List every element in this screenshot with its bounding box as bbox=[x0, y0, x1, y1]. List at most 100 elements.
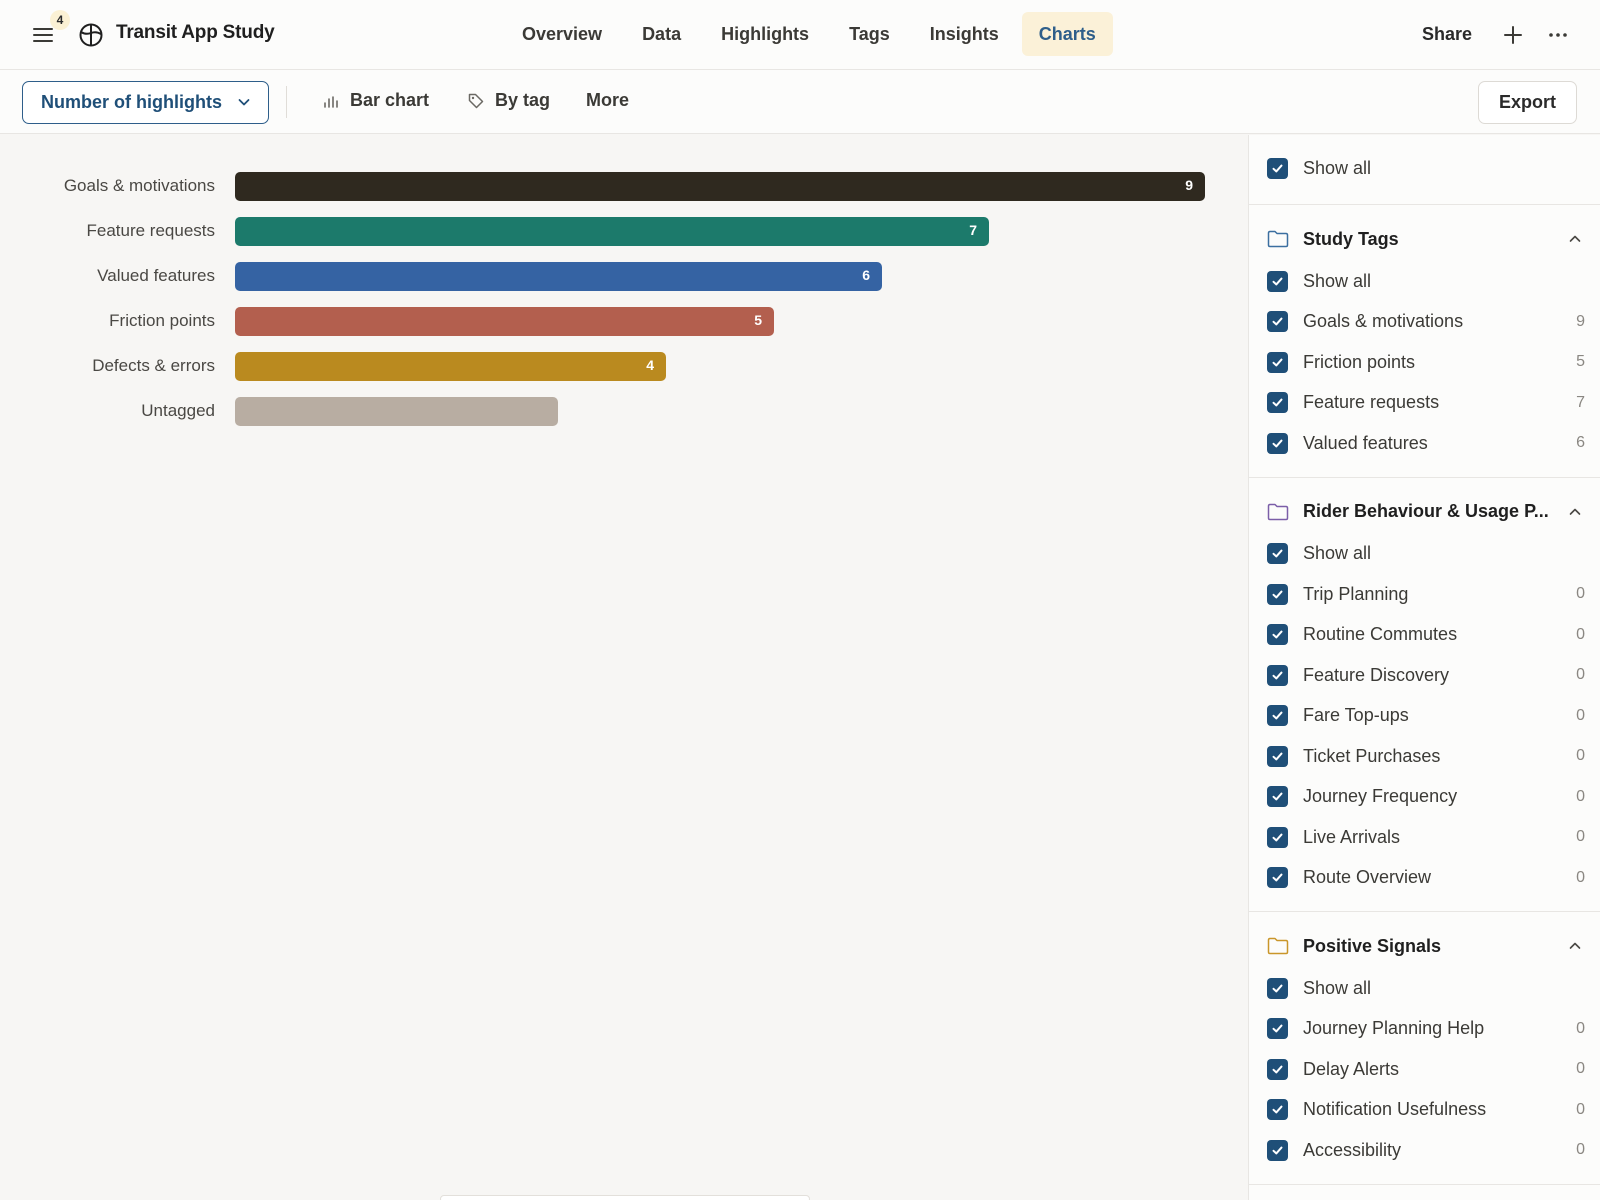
top-bar: 4 Transit App Study Overview Data Highli… bbox=[0, 0, 1600, 70]
tag-filter-item[interactable]: Valued features 6 bbox=[1267, 430, 1585, 456]
checkmark-icon bbox=[1272, 630, 1283, 639]
filter-label: Show all bbox=[1303, 543, 1372, 563]
checkbox[interactable] bbox=[1267, 1099, 1288, 1120]
show-all-global[interactable]: Show all bbox=[1267, 155, 1585, 181]
filter-count: 0 bbox=[1576, 1100, 1585, 1118]
tag-filter-item[interactable]: Accessibility 0 bbox=[1267, 1137, 1585, 1163]
checkbox[interactable] bbox=[1267, 664, 1288, 686]
show-all-group[interactable]: Show all bbox=[1267, 975, 1585, 1001]
share-button[interactable]: Share bbox=[1422, 24, 1472, 45]
show-all-group[interactable]: Show all bbox=[1267, 268, 1585, 294]
section-divider bbox=[1249, 911, 1600, 912]
checkbox[interactable] bbox=[1267, 977, 1288, 999]
tag-filter-item[interactable]: Feature Discovery 0 bbox=[1267, 662, 1585, 688]
filter-label: Journey Frequency bbox=[1303, 786, 1458, 806]
chart-type-button[interactable]: Bar chart bbox=[322, 90, 429, 111]
filter-count: 0 bbox=[1576, 1019, 1585, 1037]
filter-label: Routine Commutes bbox=[1303, 624, 1458, 644]
folder-icon bbox=[1267, 937, 1289, 955]
filter-label: Accessibility bbox=[1303, 1139, 1402, 1160]
tag-filter-item[interactable]: Live Arrivals 0 bbox=[1267, 824, 1585, 850]
tag-group-header[interactable]: Study Tags bbox=[1267, 224, 1585, 254]
tab-tags[interactable]: Tags bbox=[832, 12, 907, 56]
bar[interactable] bbox=[235, 397, 558, 426]
filter-count: 0 bbox=[1576, 828, 1585, 845]
checkbox[interactable] bbox=[1267, 157, 1288, 179]
checkbox[interactable] bbox=[1267, 705, 1288, 726]
tab-charts[interactable]: Charts bbox=[1021, 12, 1113, 56]
filter-count: 9 bbox=[1576, 312, 1585, 330]
checkbox[interactable] bbox=[1267, 745, 1288, 767]
metric-dropdown[interactable]: Number of highlights bbox=[22, 81, 269, 124]
chevron-up-icon[interactable] bbox=[1567, 231, 1583, 247]
checkmark-icon bbox=[1272, 398, 1283, 407]
checkbox[interactable] bbox=[1267, 1058, 1288, 1080]
plus-icon[interactable] bbox=[1500, 22, 1526, 48]
bar-chart-icon bbox=[324, 95, 338, 108]
folder-icon bbox=[1267, 503, 1289, 520]
tag-filter-item[interactable]: Routine Commutes 0 bbox=[1267, 622, 1585, 648]
filter-label: Show all bbox=[1303, 977, 1372, 998]
more-options-icon[interactable] bbox=[1545, 22, 1571, 48]
checkmark-icon bbox=[1272, 277, 1283, 285]
checkbox[interactable] bbox=[1267, 392, 1288, 413]
checkbox[interactable] bbox=[1267, 1139, 1288, 1161]
checkbox[interactable] bbox=[1267, 270, 1288, 292]
filter-count: 0 bbox=[1576, 706, 1585, 724]
tag-filter-item[interactable]: Goals & motivations 9 bbox=[1267, 309, 1585, 335]
tag-filter-item[interactable]: Feature requests 7 bbox=[1267, 390, 1585, 416]
checkmark-icon bbox=[1272, 1105, 1283, 1114]
checkbox[interactable] bbox=[1267, 543, 1288, 564]
checkbox[interactable] bbox=[1267, 867, 1288, 888]
filter-count: 0 bbox=[1576, 666, 1585, 683]
tag-filter-item[interactable]: Delay Alerts 0 bbox=[1267, 1056, 1585, 1082]
chevron-up-icon[interactable] bbox=[1567, 504, 1583, 520]
tab-highlights[interactable]: Highlights bbox=[704, 12, 826, 56]
tag-filter-item[interactable]: Fare Top-ups 0 bbox=[1267, 703, 1585, 729]
bar[interactable]: 7 bbox=[235, 217, 989, 246]
filter-label: Trip Planning bbox=[1303, 583, 1409, 604]
checkbox[interactable] bbox=[1267, 826, 1288, 848]
filter-count: 0 bbox=[1576, 1060, 1585, 1077]
bar[interactable]: 4 bbox=[235, 352, 666, 381]
export-button[interactable]: Export bbox=[1478, 81, 1577, 124]
tag-filter-item[interactable]: Trip Planning 0 bbox=[1267, 581, 1585, 607]
checkbox[interactable] bbox=[1267, 786, 1288, 807]
checkmark-icon bbox=[1272, 439, 1283, 447]
checkmark-icon bbox=[1272, 873, 1283, 882]
checkbox[interactable] bbox=[1267, 583, 1288, 605]
tab-data[interactable]: Data bbox=[625, 12, 698, 56]
tag-group-header[interactable]: Positive Signals bbox=[1267, 931, 1585, 961]
bar-value-label: 7 bbox=[969, 222, 977, 238]
checkbox[interactable] bbox=[1267, 624, 1288, 645]
group-by-button[interactable]: By tag bbox=[467, 90, 550, 111]
bar[interactable]: 9 bbox=[235, 172, 1205, 201]
checkbox[interactable] bbox=[1267, 311, 1288, 332]
filter-label: Show all bbox=[1303, 270, 1372, 291]
category-label: Feature requests bbox=[86, 221, 215, 240]
chart-toolbar: Number of highlights Bar chart By tag Mo… bbox=[0, 70, 1600, 134]
tag-filter-item[interactable]: Ticket Purchases 0 bbox=[1267, 743, 1585, 769]
category-label: Defects & errors bbox=[92, 356, 215, 375]
bar-value-label: 6 bbox=[862, 267, 870, 283]
checkmark-icon bbox=[1272, 317, 1283, 326]
checkbox[interactable] bbox=[1267, 1018, 1288, 1039]
more-button[interactable]: More bbox=[586, 90, 629, 111]
tag-filter-item[interactable]: Journey Frequency 0 bbox=[1267, 784, 1585, 810]
tag-group-header[interactable]: Rider Behaviour & Usage P... bbox=[1267, 497, 1585, 527]
filter-label: Friction points bbox=[1303, 351, 1416, 372]
bar[interactable]: 5 bbox=[235, 307, 774, 336]
show-all-group[interactable]: Show all bbox=[1267, 541, 1585, 567]
tag-filter-item[interactable]: Notification Usefulness 0 bbox=[1267, 1097, 1585, 1123]
chevron-up-icon[interactable] bbox=[1567, 938, 1583, 954]
tab-insights[interactable]: Insights bbox=[913, 12, 1016, 56]
filter-count: 0 bbox=[1576, 747, 1585, 764]
tab-overview[interactable]: Overview bbox=[505, 12, 619, 56]
tag-filter-item[interactable]: Route Overview 0 bbox=[1267, 865, 1585, 891]
tag-filter-item[interactable]: Friction points 5 bbox=[1267, 349, 1585, 375]
tag-filter-item[interactable]: Journey Planning Help 0 bbox=[1267, 1016, 1585, 1042]
checkbox[interactable] bbox=[1267, 432, 1288, 454]
app-logo-icon bbox=[79, 23, 103, 47]
bar[interactable]: 6 bbox=[235, 262, 882, 291]
checkbox[interactable] bbox=[1267, 351, 1288, 373]
